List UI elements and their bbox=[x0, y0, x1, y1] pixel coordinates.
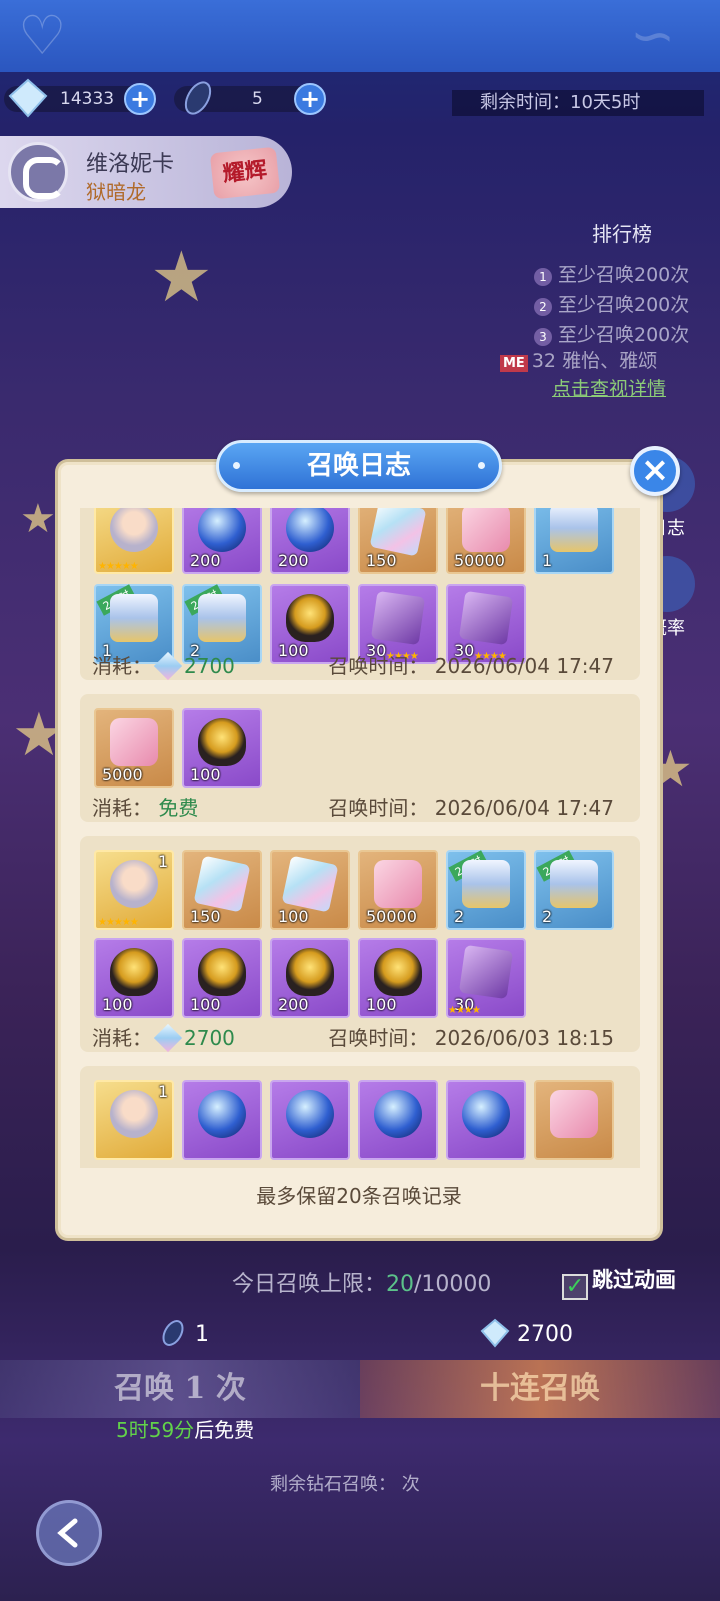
single-cost: 1 bbox=[158, 1318, 209, 1348]
item-egg[interactable]: 100 bbox=[182, 708, 262, 788]
gem-icon bbox=[8, 78, 48, 118]
summon-once-button[interactable]: 召唤 1 次 bbox=[0, 1360, 360, 1418]
summon-ten-button[interactable]: 十连召唤 bbox=[360, 1360, 720, 1418]
ranking-title[interactable]: 排行榜 bbox=[592, 218, 652, 247]
event-timer: 剩余时间：10天5时 bbox=[452, 90, 704, 116]
item-shard[interactable]: 30 ★★★★ bbox=[446, 938, 526, 1018]
item-chest[interactable]: 2小时2 bbox=[534, 850, 614, 930]
item-crystal[interactable]: 150 bbox=[182, 850, 262, 930]
ranking-row: 1 至少召唤200次 bbox=[534, 260, 689, 287]
record-cost: 消耗： 2700 bbox=[92, 650, 235, 681]
item-orb[interactable]: 200 bbox=[270, 508, 350, 574]
remaining-diamond-summons: 剩余钻石召唤： 次 bbox=[270, 1474, 420, 1495]
skip-animation-toggle[interactable]: ✓ 跳过动画 bbox=[562, 1264, 676, 1300]
modal-title: 召唤日志 bbox=[216, 440, 502, 492]
hero-banner[interactable]: 维洛妮卡 狱暗龙 耀辉 bbox=[0, 136, 292, 208]
item-orb[interactable] bbox=[270, 1080, 350, 1160]
add-gems-button[interactable]: + bbox=[124, 83, 156, 115]
record-time: 召唤时间： 2026/06/03 18:15 bbox=[328, 1026, 614, 1050]
free-countdown: 5时59分后免费 bbox=[116, 1418, 255, 1442]
item-egg[interactable]: 200 bbox=[270, 938, 350, 1018]
summon-record: 1 bbox=[80, 1066, 640, 1168]
item-egg[interactable]: 100 bbox=[94, 938, 174, 1018]
item-chest[interactable]: 1 bbox=[534, 508, 614, 574]
hero-subtitle: 狱暗龙 bbox=[86, 180, 146, 204]
item-exp-heart[interactable] bbox=[534, 1080, 614, 1160]
record-cost: 消耗： 免费 bbox=[92, 796, 199, 820]
feather-ticket-icon bbox=[184, 81, 212, 115]
daily-limit: 今日召唤上限：20/10000 bbox=[232, 1272, 492, 1297]
item-exp-heart[interactable]: 50000 bbox=[446, 508, 526, 574]
item-crystal[interactable]: 100 bbox=[270, 850, 350, 930]
item-egg[interactable]: 100 bbox=[182, 938, 262, 1018]
checkbox-icon: ✓ bbox=[562, 1274, 588, 1300]
timer-value: 10天5时 bbox=[570, 92, 641, 113]
ticket-count: 5 bbox=[252, 89, 263, 109]
record-time: 召唤时间： 2026/06/04 17:47 bbox=[328, 796, 614, 820]
ranking-row: 3 至少召唤200次 bbox=[534, 320, 689, 347]
swirl-icon: ∽ bbox=[630, 4, 676, 67]
item-exp-heart[interactable]: 50000 bbox=[358, 850, 438, 930]
gem-count: 14333 bbox=[60, 89, 115, 109]
item-crystal[interactable]: 150 bbox=[358, 508, 438, 574]
item-hero-portrait[interactable]: 1 ★★★★★ bbox=[94, 850, 174, 930]
item-exp-heart[interactable]: 5000 bbox=[94, 708, 174, 788]
add-tickets-button[interactable]: + bbox=[294, 83, 326, 115]
back-button[interactable] bbox=[36, 1500, 102, 1566]
timer-label: 剩余时间： bbox=[480, 92, 570, 113]
ranking-row: 2 至少召唤200次 bbox=[534, 290, 689, 317]
ten-cost: 2700 bbox=[480, 1318, 573, 1348]
gem-icon bbox=[480, 1318, 510, 1348]
heart-wing-icon: ♡ bbox=[18, 4, 67, 67]
record-time: 召唤时间： 2026/06/04 17:47 bbox=[328, 654, 614, 678]
item-egg[interactable]: 100 bbox=[358, 938, 438, 1018]
back-arrow-icon bbox=[57, 1518, 78, 1548]
my-ranking-row: ME 32 雅怡、雅颂 bbox=[500, 346, 657, 373]
element-badge-icon bbox=[8, 142, 68, 202]
star-decoration-icon: ★ bbox=[150, 236, 213, 318]
item-hero-portrait[interactable]: ★★★★★ bbox=[94, 508, 174, 574]
hero-rarity-tag: 耀辉 bbox=[209, 146, 281, 200]
gem-icon bbox=[153, 651, 183, 681]
top-bar: ♡ ∽ bbox=[0, 0, 720, 72]
item-orb[interactable] bbox=[358, 1080, 438, 1160]
close-button[interactable]: × bbox=[630, 446, 680, 496]
item-orb[interactable] bbox=[182, 1080, 262, 1160]
gem-icon bbox=[153, 1023, 183, 1053]
record-cost: 消耗： 2700 bbox=[92, 1022, 235, 1053]
ticket-counter: 5 + bbox=[174, 81, 326, 115]
hero-name: 维洛妮卡 bbox=[86, 152, 175, 177]
summon-record: 1★★★★★ 150 100 50000 2小时2 2小时2 100 100 2… bbox=[80, 836, 640, 1052]
item-orb[interactable] bbox=[446, 1080, 526, 1160]
summon-records-list[interactable]: ★★★★★ 200 200 150 50000 1 2小时1 2小时2 100 … bbox=[80, 508, 640, 1168]
star-decoration-icon: ★ bbox=[20, 496, 56, 542]
gem-counter: 14333 + bbox=[4, 78, 156, 118]
ranking-details-link[interactable]: 点击查视详情 bbox=[552, 374, 666, 401]
modal-footer-note: 最多保留20条召唤记录 bbox=[256, 1184, 462, 1208]
item-orb[interactable]: 200 bbox=[182, 508, 262, 574]
feather-ticket-icon bbox=[162, 1320, 184, 1346]
item-hero-portrait[interactable]: 1 bbox=[94, 1080, 174, 1160]
item-chest[interactable]: 2小时2 bbox=[446, 850, 526, 930]
